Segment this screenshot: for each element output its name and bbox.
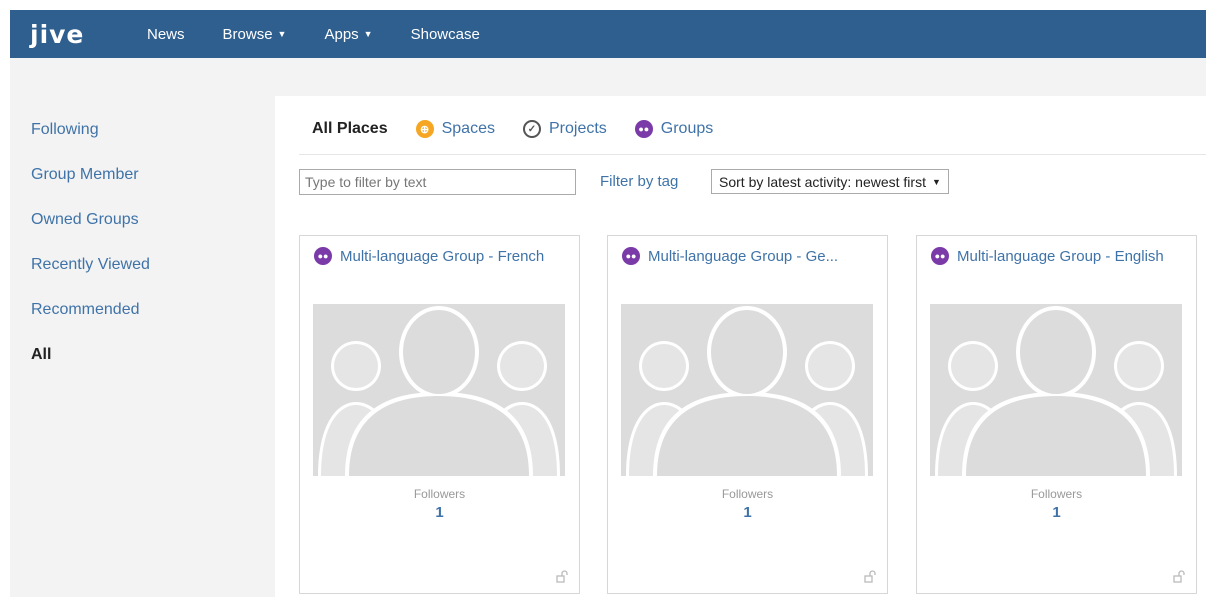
spaces-icon: ⊕ [415,120,434,138]
group-avatar-placeholder-icon [313,304,565,476]
nav-news-label: News [147,25,185,43]
group-card-title-link[interactable]: ●● Multi-language Group - English [931,247,1189,265]
group-card[interactable]: ●● Multi-language Group - Ge... Follower… [607,235,888,594]
group-avatar-placeholder-icon [621,304,873,476]
top-navbar: jive News Browse ▼ Apps ▼ Showcase [10,10,1206,58]
followers-count[interactable]: 1 [608,504,887,521]
unlock-icon [864,570,876,583]
nav-news[interactable]: News [147,26,185,43]
group-card-title: Multi-language Group - English [957,247,1164,265]
followers-count[interactable]: 1 [917,504,1196,521]
sidebar-item-group-member[interactable]: Group Member [31,155,261,200]
chevron-down-icon: ▼ [363,29,373,39]
group-card[interactable]: ●● Multi-language Group - French Followe… [299,235,580,594]
jive-logo[interactable]: jive [30,20,110,49]
nav-showcase-label: Showcase [410,25,480,43]
tab-projects-label: Projects [548,120,607,137]
filter-by-tag-link[interactable]: Filter by tag [600,173,678,190]
group-card-title: Multi-language Group - Ge... [648,247,839,265]
sidebar: Following Group Member Owned Groups Rece… [31,110,261,380]
sort-dropdown-value: Sort by latest activity: newest first [719,173,926,190]
nav-apps[interactable]: Apps ▼ [324,26,372,43]
tab-spaces[interactable]: ⊕ Spaces [415,120,495,138]
followers-label: Followers [413,487,466,501]
sidebar-item-recently-viewed[interactable]: Recently Viewed [31,245,261,290]
group-avatar-placeholder-icon [930,304,1182,476]
followers-label: Followers [1030,487,1083,501]
filter-text-input[interactable] [299,169,576,195]
groups-icon: ●● [931,247,949,265]
group-card-title: Multi-language Group - French [340,247,545,265]
followers-label: Followers [721,487,774,501]
chevron-down-icon: ▼ [277,29,287,39]
tab-groups-label: Groups [660,120,714,137]
groups-icon: ●● [314,247,332,265]
unlock-icon [1173,570,1185,583]
nav-showcase[interactable]: Showcase [411,26,480,43]
main-panel: All Places ⊕ Spaces ✓ Projects ●● Groups… [275,96,1206,597]
tab-all-places[interactable]: All Places [312,120,388,138]
sort-dropdown[interactable]: Sort by latest activity: newest first ▼ [711,169,949,194]
sidebar-item-following[interactable]: Following [31,110,261,155]
group-card-title-link[interactable]: ●● Multi-language Group - French [314,247,572,265]
nav-apps-label: Apps [324,25,359,43]
nav-browse[interactable]: Browse ▼ [223,26,287,43]
sidebar-item-owned-groups[interactable]: Owned Groups [31,200,261,245]
tab-all-places-label: All Places [312,120,388,137]
place-type-tabs: All Places ⊕ Spaces ✓ Projects ●● Groups [312,118,741,140]
tab-spaces-label: Spaces [441,120,495,137]
group-card-title-link[interactable]: ●● Multi-language Group - Ge... [622,247,880,265]
chevron-down-icon: ▼ [931,176,941,187]
sidebar-item-all[interactable]: All [31,335,261,380]
projects-icon: ✓ [522,120,541,138]
followers-count[interactable]: 1 [300,504,579,521]
groups-icon: ●● [634,120,653,138]
tab-projects[interactable]: ✓ Projects [522,120,607,138]
groups-icon: ●● [622,247,640,265]
group-card[interactable]: ●● Multi-language Group - English Follow… [916,235,1197,594]
tabs-divider [299,154,1206,155]
sidebar-item-recommended[interactable]: Recommended [31,290,261,335]
tab-groups[interactable]: ●● Groups [634,120,714,138]
nav-browse-label: Browse [222,25,273,43]
unlock-icon [556,570,568,583]
